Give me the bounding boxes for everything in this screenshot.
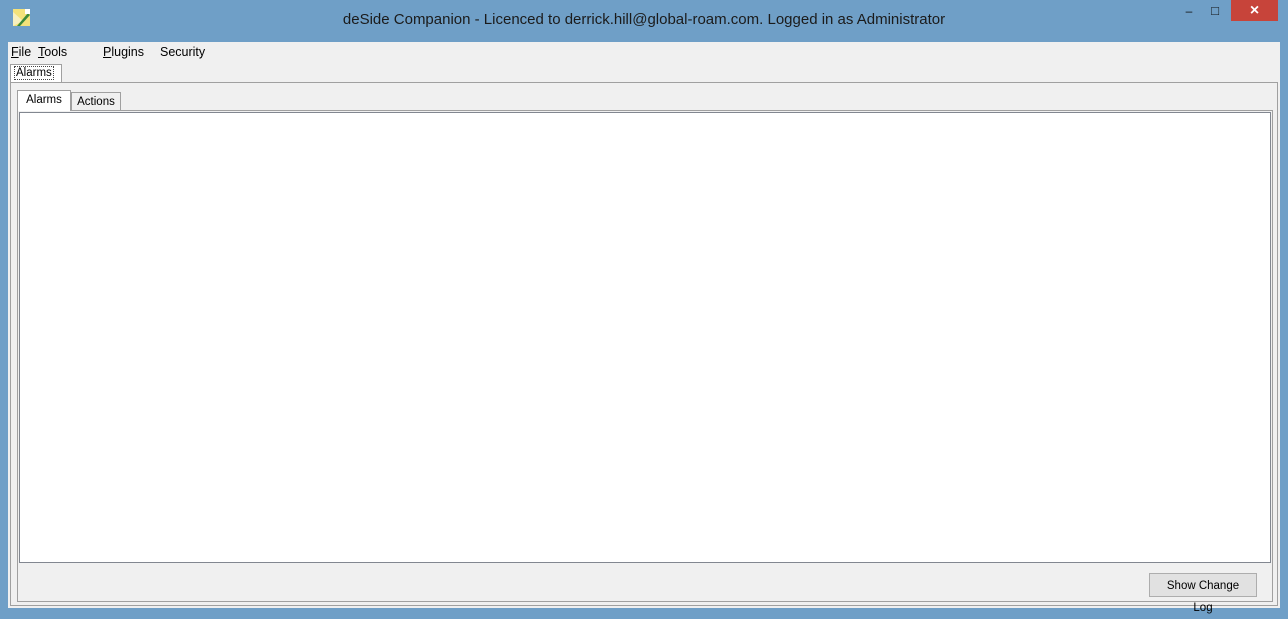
title-bar[interactable]: deSide Companion - Licenced to derrick.h… xyxy=(0,0,1288,40)
tab-outer-alarms[interactable]: Alarms xyxy=(10,64,62,82)
menu-plugins-label: lugins xyxy=(111,45,145,59)
window-title: deSide Companion - Licenced to derrick.h… xyxy=(342,11,946,28)
tab-alarms[interactable]: Alarms xyxy=(17,90,71,111)
maximize-icon: □ xyxy=(1211,3,1219,18)
menu-file-label: ile xyxy=(18,45,32,59)
outer-tab-panel: Alarms Actions Show Change Log xyxy=(10,82,1278,614)
alarms-list[interactable] xyxy=(19,112,1271,563)
show-change-log-button[interactable]: Show Change Log xyxy=(1149,573,1257,614)
close-icon: × xyxy=(1249,1,1260,19)
menu-bar: File Tools Plugins Security xyxy=(8,42,1280,62)
alarms-tab-panel: Show Change Log xyxy=(17,110,1273,614)
minimize-icon: – xyxy=(1185,3,1193,18)
maximize-button[interactable]: □ xyxy=(1202,0,1228,21)
client-area: File Tools Plugins Security Alarms Alarm… xyxy=(8,42,1280,614)
tab-actions[interactable]: Actions xyxy=(71,92,121,111)
menu-tools[interactable]: Tools xyxy=(38,45,67,59)
application-window: deSide Companion - Licenced to derrick.h… xyxy=(0,0,1288,616)
menu-security[interactable]: Security xyxy=(160,45,205,59)
menu-file-mnemonic: F xyxy=(11,45,19,59)
close-button[interactable]: × xyxy=(1231,0,1278,21)
menu-file[interactable]: File xyxy=(11,45,31,59)
minimize-button[interactable]: – xyxy=(1176,0,1202,21)
menu-tools-label: ools xyxy=(44,45,68,59)
tab-outer-alarms-label: Alarms xyxy=(14,66,54,80)
menu-plugins[interactable]: Plugins xyxy=(103,45,144,59)
